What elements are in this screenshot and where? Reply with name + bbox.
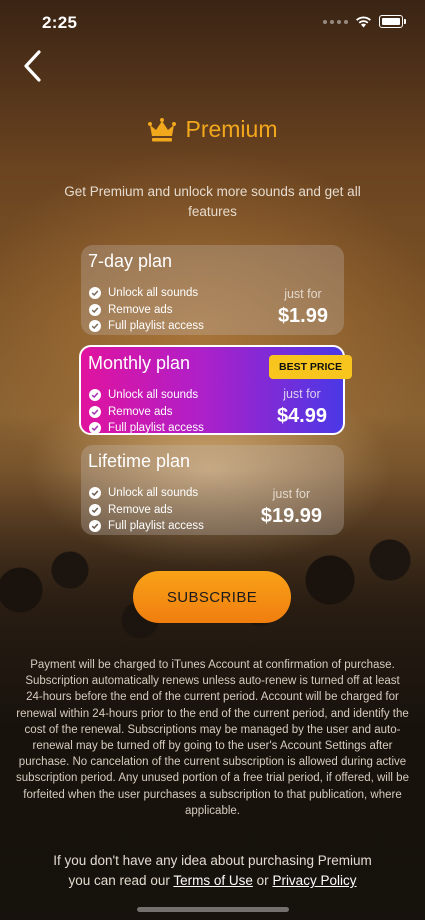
- feature-item: Remove ads: [89, 302, 204, 319]
- feature-label: Remove ads: [108, 503, 173, 516]
- subscription-terms: Payment will be charged to iTunes Accoun…: [16, 659, 409, 817]
- check-circle-icon: [89, 503, 101, 516]
- back-button[interactable]: [18, 48, 50, 84]
- plan-name: Lifetime plan: [88, 451, 191, 471]
- feature-label: Unlock all sounds: [108, 287, 199, 300]
- check-circle-icon: [89, 389, 101, 402]
- footer-note: If you don't have any idea about purchas…: [30, 851, 395, 891]
- check-circle-icon: [89, 405, 101, 418]
- wifi-icon: [356, 15, 371, 27]
- crown-icon: [148, 117, 177, 141]
- plan-price: $1.99: [277, 305, 328, 327]
- feature-list: Unlock all sounds Remove ads Full playli…: [89, 387, 204, 437]
- price-block: just for $4.99: [277, 387, 327, 428]
- feature-label: Remove ads: [108, 303, 173, 316]
- subscribe-button[interactable]: SUBSCRIBE: [133, 571, 291, 623]
- plan-card-monthly[interactable]: Monthly plan BEST PRICE Unlock all sound…: [79, 345, 352, 437]
- check-circle-icon: [89, 320, 101, 333]
- battery-icon: [379, 15, 406, 28]
- signal-dots-icon: [323, 19, 348, 24]
- footer-conjunction: or: [256, 873, 269, 888]
- plan-card-lifetime[interactable]: Lifetime plan Unlock all sounds Remove a…: [81, 445, 344, 535]
- price-prefix: just for: [272, 487, 311, 501]
- feature-label: Unlock all sounds: [108, 487, 199, 500]
- back-chevron-icon: [24, 50, 41, 82]
- feature-item: Unlock all sounds: [89, 387, 204, 404]
- plan-name: 7-day plan: [88, 251, 173, 271]
- footer-line-2: you can read our Terms of Use or Privacy…: [30, 871, 395, 891]
- plan-card-7-day[interactable]: 7-day plan Unlock all sounds Remove ads …: [81, 245, 344, 335]
- feature-label: Full playlist access: [108, 520, 204, 533]
- feature-label: Full playlist access: [108, 422, 204, 435]
- price-block: just for $19.99: [261, 487, 322, 528]
- feature-item: Remove ads: [89, 404, 204, 421]
- privacy-policy-link[interactable]: Privacy Policy: [272, 873, 356, 888]
- plan-price: $19.99: [260, 505, 322, 527]
- status-time: 2:25: [42, 13, 78, 32]
- check-circle-icon: [89, 520, 101, 533]
- footer-prefix: you can read our: [68, 873, 170, 888]
- feature-label: Unlock all sounds: [108, 389, 199, 402]
- check-circle-icon: [89, 303, 101, 316]
- check-circle-icon: [89, 422, 101, 435]
- price-prefix: just for: [284, 287, 322, 301]
- page-title-text: Premium: [185, 116, 278, 142]
- plan-price: $4.99: [276, 405, 327, 427]
- feature-item: Unlock all sounds: [89, 285, 204, 302]
- feature-list: Unlock all sounds Remove ads Full playli…: [89, 485, 204, 535]
- footer-line-1: If you don't have any idea about purchas…: [53, 853, 372, 868]
- status-bar: 2:25: [0, 0, 425, 46]
- feature-label: Full playlist access: [108, 320, 204, 333]
- terms-of-use-link[interactable]: Terms of Use: [173, 873, 253, 888]
- feature-item: Full playlist access: [89, 318, 204, 335]
- price-prefix: just for: [283, 387, 321, 401]
- feature-item: Full playlist access: [89, 420, 204, 437]
- status-icons: [323, 15, 406, 28]
- home-indicator: [137, 907, 289, 912]
- feature-item: Unlock all sounds: [89, 485, 204, 502]
- feature-item: Remove ads: [89, 502, 204, 519]
- feature-list: Unlock all sounds Remove ads Full playli…: [89, 285, 204, 335]
- check-circle-icon: [89, 287, 101, 300]
- feature-item: Full playlist access: [89, 518, 204, 535]
- check-circle-icon: [89, 487, 101, 500]
- subtitle: Get Premium and unlock more sounds and g…: [64, 184, 361, 219]
- best-price-badge: BEST PRICE: [268, 355, 352, 379]
- feature-label: Remove ads: [108, 405, 173, 418]
- price-block: just for $1.99: [278, 287, 328, 328]
- plan-name: Monthly plan: [88, 353, 191, 373]
- page-title: Premium: [0, 116, 425, 143]
